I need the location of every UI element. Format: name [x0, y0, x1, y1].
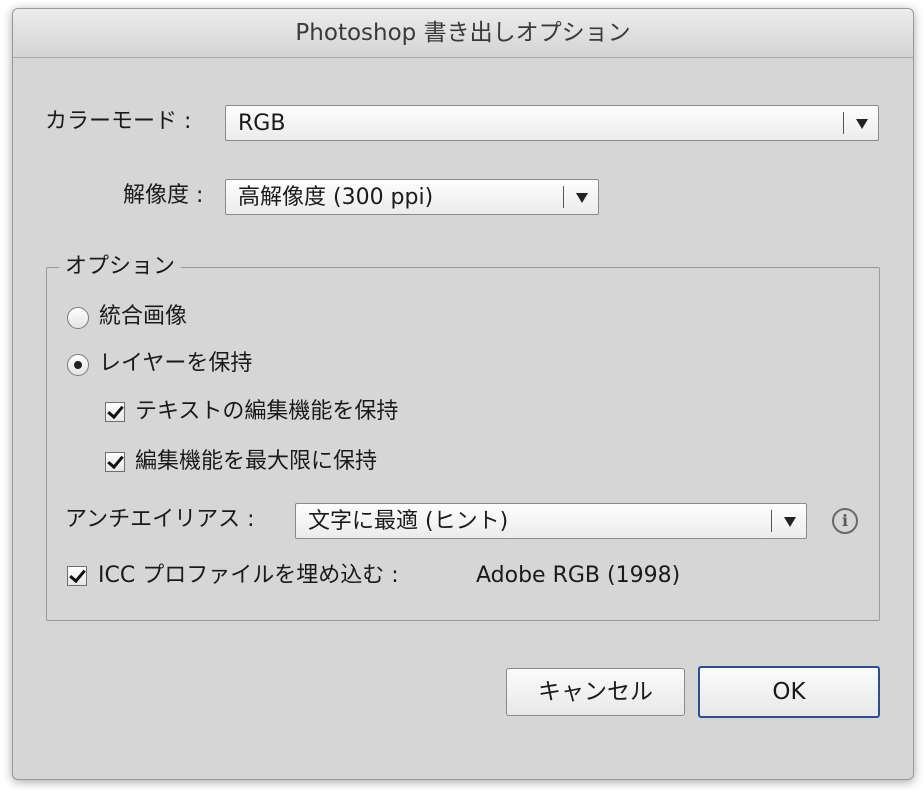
- resolution-select[interactable]: 高解像度 (300 ppi): [225, 179, 599, 215]
- ok-button[interactable]: OK: [698, 666, 880, 718]
- resolution-value: 高解像度 (300 ppi): [238, 185, 434, 210]
- flatten-label[interactable]: 統合画像: [99, 306, 187, 328]
- icc-profile-checkbox[interactable]: [67, 565, 87, 586]
- select-separator: [771, 510, 772, 532]
- chevron-down-icon: [784, 517, 796, 527]
- chevron-down-icon: [856, 119, 868, 129]
- radio-selected-dot: [74, 361, 82, 369]
- color-mode-select[interactable]: RGB: [225, 105, 879, 141]
- cancel-button[interactable]: キャンセル: [506, 668, 685, 716]
- keep-text-editable-checkbox[interactable]: [105, 401, 125, 422]
- antialias-select[interactable]: 文字に最適 (ヒント): [295, 503, 807, 539]
- icc-profile-label[interactable]: ICC プロファイルを埋め込む :: [98, 565, 399, 587]
- export-options-dialog: Photoshop 書き出しオプション カラーモード : RGB 解像度 : 高…: [12, 8, 914, 780]
- options-group-title: オプション: [59, 254, 182, 280]
- keep-layers-radio[interactable]: [67, 354, 89, 376]
- checkmark-icon: [69, 565, 86, 584]
- info-icon[interactable]: i: [832, 508, 858, 534]
- dialog-title: Photoshop 書き出しオプション: [13, 9, 913, 58]
- select-separator: [843, 112, 844, 134]
- checkmark-icon: [107, 451, 124, 470]
- antialias-label: アンチエイリアス :: [65, 507, 255, 532]
- color-mode-value: RGB: [238, 111, 286, 136]
- resolution-label: 解像度 :: [123, 183, 204, 208]
- keep-layers-label[interactable]: レイヤーを保持: [99, 353, 252, 375]
- icc-profile-value: Adobe RGB (1998): [476, 563, 681, 588]
- color-mode-label: カラーモード :: [45, 109, 192, 134]
- flatten-radio[interactable]: [67, 307, 89, 329]
- checkmark-icon: [107, 401, 124, 420]
- max-editability-checkbox[interactable]: [105, 451, 125, 472]
- antialias-value: 文字に最適 (ヒント): [308, 509, 509, 534]
- max-editability-label[interactable]: 編集機能を最大限に保持: [135, 451, 377, 473]
- select-separator: [563, 186, 564, 208]
- keep-text-editable-label[interactable]: テキストの編集機能を保持: [135, 401, 398, 423]
- chevron-down-icon: [576, 193, 588, 203]
